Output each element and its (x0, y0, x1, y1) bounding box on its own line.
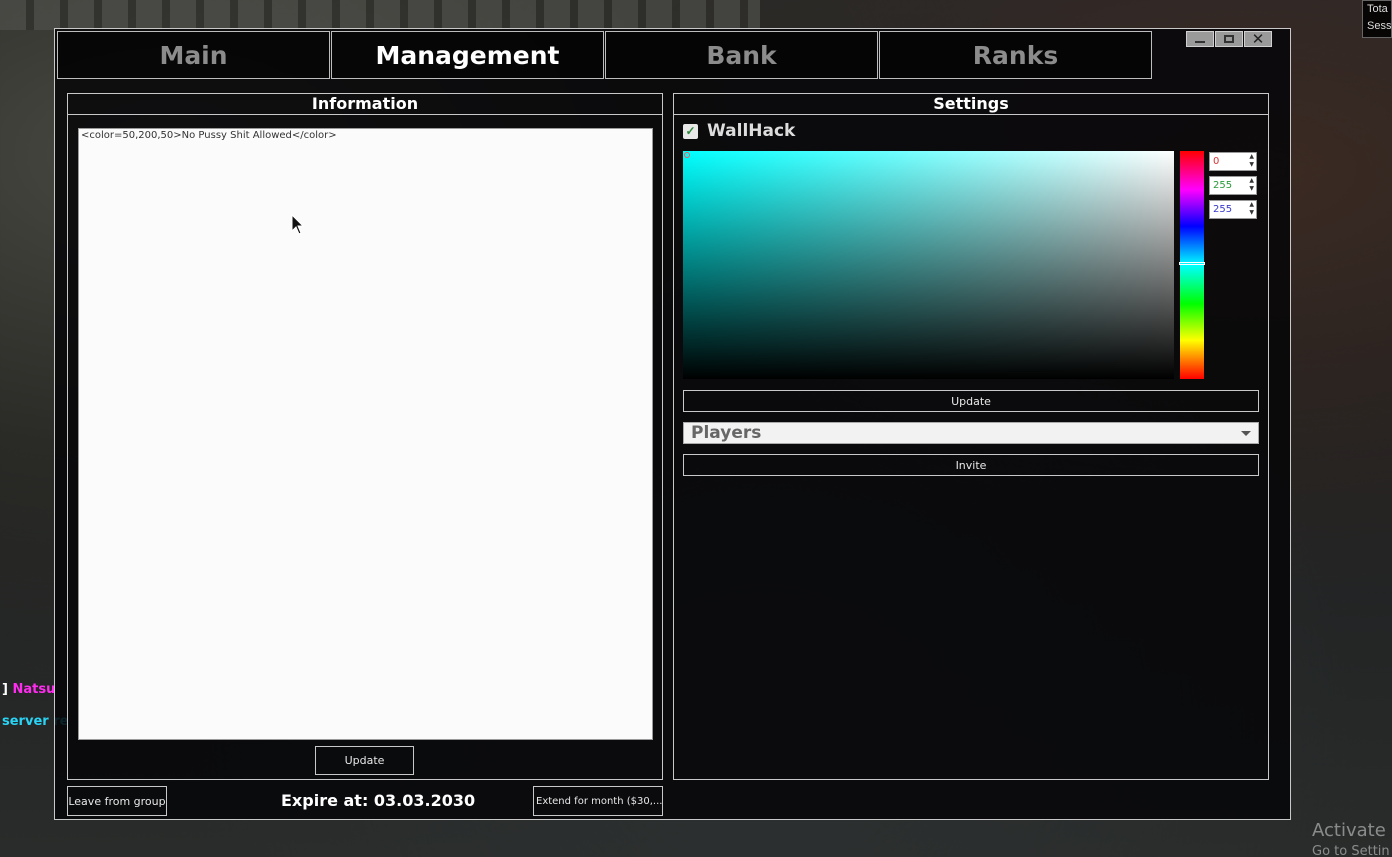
chat-line: ] Natsu (2, 682, 55, 697)
leave-group-button[interactable]: Leave from group (67, 786, 167, 816)
tab-bank[interactable]: Bank (605, 31, 878, 79)
information-title: Information (68, 94, 662, 115)
hud-line-session: Sess (1367, 20, 1392, 32)
close-button[interactable]: ✕ (1244, 31, 1272, 47)
tab-management[interactable]: Management (331, 31, 604, 79)
tab-bar: Main Management Bank Ranks (57, 31, 1153, 79)
color-red-value: 0 (1213, 156, 1220, 167)
players-dropdown-label: Players (691, 423, 762, 443)
color-green-input[interactable]: 255 ▲ ▼ (1209, 176, 1257, 195)
color-hue-slider[interactable] (1179, 151, 1205, 379)
tab-main[interactable]: Main (57, 31, 330, 79)
hue-slider-handle[interactable] (1179, 262, 1205, 265)
close-icon: ✕ (1251, 30, 1265, 48)
maximize-icon (1224, 35, 1234, 43)
background-building (0, 0, 760, 30)
chevron-down-icon (1241, 431, 1251, 436)
minimize-icon (1195, 40, 1205, 43)
wallhack-row: ✓ WallHack (683, 121, 795, 141)
hud-line-total: Tota (1367, 3, 1388, 15)
settings-title: Settings (674, 94, 1268, 115)
color-green-value: 255 (1213, 180, 1233, 191)
settings-panel: Settings ✓ WallHack 0 ▲ ▼ 255 ▲ ▼ 255 ▲ ▼ U… (673, 93, 1269, 780)
spinner-arrows-icon[interactable]: ▲ ▼ (1249, 153, 1254, 169)
players-dropdown[interactable]: Players (683, 422, 1259, 444)
wallhack-checkbox[interactable]: ✓ (683, 123, 698, 139)
activate-windows-sub: Go to Settin (1312, 844, 1390, 857)
color-blue-value: 255 (1213, 204, 1233, 215)
hud-stats: Tota Sess (1362, 0, 1392, 38)
color-blue-input[interactable]: 255 ▲ ▼ (1209, 200, 1257, 219)
settings-update-button[interactable]: Update (683, 390, 1259, 412)
tab-ranks[interactable]: Ranks (879, 31, 1152, 79)
window-controls: ✕ (1186, 31, 1272, 47)
expire-date: Expire at: 03.03.2030 (281, 791, 476, 810)
activate-windows-title: Activate W (1312, 820, 1392, 841)
maximize-button[interactable] (1215, 31, 1243, 47)
invite-button[interactable]: Invite (683, 454, 1259, 476)
chat-prefix: ] (2, 682, 13, 697)
color-red-input[interactable]: 0 ▲ ▼ (1209, 152, 1257, 171)
minimize-button[interactable] (1186, 31, 1214, 47)
mouse-cursor-icon (291, 214, 305, 235)
spinner-arrows-icon[interactable]: ▲ ▼ (1249, 201, 1254, 217)
color-saturation-value-picker[interactable] (683, 151, 1174, 379)
information-update-button[interactable]: Update (315, 746, 414, 775)
wallhack-label: WallHack (707, 121, 796, 141)
chat-player-name: Natsu (12, 682, 56, 697)
information-panel: Information <color=50,200,50>No Pussy Sh… (67, 93, 663, 780)
extend-month-button[interactable]: Extend for month ($30,... (533, 786, 663, 816)
group-management-window: Main Management Bank Ranks ✕ Information… (54, 28, 1291, 820)
information-textarea[interactable]: <color=50,200,50>No Pussy Shit Allowed</… (78, 128, 653, 740)
spinner-arrows-icon[interactable]: ▲ ▼ (1249, 177, 1254, 193)
